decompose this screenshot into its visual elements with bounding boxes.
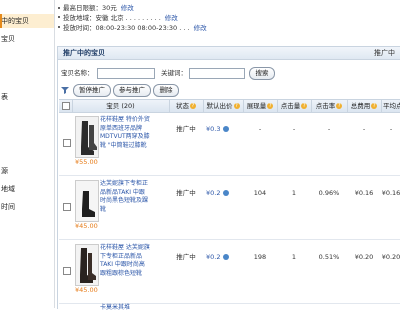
default-bid-cell[interactable]: ¥0.2 — [206, 176, 243, 239]
help-icon[interactable]: ? — [190, 103, 196, 109]
cost-cell: ¥0.20 — [354, 253, 374, 261]
ctr-cell: 0.51% — [318, 253, 340, 261]
help-icon[interactable]: ? — [336, 103, 343, 109]
edit-bid-icon[interactable] — [222, 254, 229, 260]
help-icon[interactable]: ? — [267, 103, 274, 109]
col-clicks[interactable]: 点击量? — [277, 100, 312, 112]
item-title-link[interactable]: 花样鞋屋 达芙妮旗下专柜正品新品TAKI 中跟时尚高跟粗跟棕色短靴 — [100, 244, 150, 278]
avg-click-cell: ¥0.20 — [381, 253, 400, 261]
sidebar-item-time[interactable]: 时间 — [0, 200, 54, 214]
item-thumbnail[interactable] — [75, 244, 99, 286]
info-line-region: 投放地域：安徽 北京 . . . . . . . . . 修改 — [58, 14, 207, 24]
item-price: ¥55.00 — [75, 158, 98, 166]
col-item[interactable]: 宝贝 (20) — [72, 100, 170, 112]
col-impressions[interactable]: 展现量? — [243, 100, 278, 112]
keyword-label: 关键词： — [161, 69, 187, 77]
panel-status-filter[interactable]: 推广中 — [374, 47, 395, 59]
table-row: 花样鞋屋 特价外贸原单西班牙品牌 MDTVUT两穿及膝靴 "中筒鞋过膝靴 ¥55… — [59, 112, 400, 176]
cost-cell: - — [362, 125, 366, 133]
keyword-input[interactable] — [189, 68, 245, 79]
help-icon[interactable]: ? — [233, 103, 240, 109]
select-all-checkbox[interactable] — [62, 102, 70, 110]
clicks-cell: 1 — [291, 189, 297, 197]
edit-time-link[interactable]: 修改 — [194, 24, 207, 32]
clicks-cell: 1 — [291, 253, 297, 261]
table-row: 达芙妮旗下专柜正品新品TAKI 中跟时尚黑色短靴及踝靴 ¥45.00 推广中 ¥… — [59, 176, 400, 240]
impressions-cell: 104 — [253, 189, 267, 197]
col-ctr[interactable]: 点击率? — [311, 100, 348, 112]
row-checkbox[interactable] — [63, 139, 71, 147]
item-title-link[interactable]: 达芙妮旗下专柜正品新品TAKI 中跟时尚黑色短靴及踝靴 — [100, 180, 150, 214]
search-button[interactable]: 搜索 — [249, 67, 275, 80]
panel-title: 推广中的宝贝 — [63, 49, 105, 57]
table-row: 花样鞋屋 达芙妮旗下专柜正品新品TAKI 中跟时尚高跟粗跟棕色短靴 ¥45.00… — [59, 240, 400, 304]
impressions-cell: - — [258, 125, 262, 133]
status-cell: 推广中 — [176, 189, 196, 197]
edit-budget-link[interactable]: 修改 — [121, 4, 134, 12]
ctr-cell: 0.96% — [318, 189, 340, 197]
delete-button[interactable]: 删除 — [153, 84, 179, 97]
col-status[interactable]: 状态? — [169, 100, 204, 112]
edit-bid-icon[interactable] — [222, 126, 229, 132]
sidebar-item-source[interactable]: 源 — [0, 164, 54, 178]
ctr-cell: - — [327, 125, 331, 133]
select-all-cell — [59, 100, 73, 112]
help-icon[interactable]: ? — [371, 103, 378, 109]
promoting-items-panel: 推广中的宝贝 推广中 宝贝名称： 关键词： 搜索 暂停推广 参与推广 删除 宝贝… — [57, 46, 400, 313]
status-cell: 推广中 — [176, 253, 196, 261]
item-title-link[interactable]: 花样鞋屋 特价外贸原单西班牙品牌 MDTVUT两穿及膝靴 "中筒鞋过膝靴 — [100, 116, 150, 150]
item-name-label: 宝贝名称： — [61, 69, 94, 77]
sidebar-item-report[interactable]: 表 — [0, 90, 54, 104]
col-default-bid[interactable]: 默认出价? — [203, 100, 244, 112]
sidebar-item-region[interactable]: 地域 — [0, 182, 54, 196]
cost-cell: ¥0.16 — [354, 189, 374, 197]
status-cell: 推广中 — [176, 125, 196, 133]
edit-bid-icon[interactable] — [222, 190, 229, 196]
filter-icon[interactable] — [61, 86, 69, 94]
sidebar-item-promoting[interactable]: 中的宝贝 — [0, 14, 54, 28]
item-thumbnail[interactable] — [75, 180, 99, 222]
join-promotion-button[interactable]: 参与推广 — [113, 84, 151, 97]
default-bid-cell[interactable]: ¥0.3 — [206, 112, 243, 175]
item-price: ¥45.00 — [75, 222, 98, 230]
sidebar-item-items[interactable]: 宝贝 — [0, 32, 54, 46]
avg-click-cell: - — [389, 125, 393, 133]
item-title-link[interactable]: 卡莫米其堆 — [100, 304, 150, 313]
row-checkbox[interactable] — [63, 203, 71, 211]
campaign-info: 最高日限额：30元 修改 投放地域：安徽 北京 . . . . . . . . .… — [58, 4, 207, 33]
col-avg-click[interactable]: 平均点 — [381, 100, 400, 112]
info-line-time: 投放时间：08:00-23:30 08:00-23:30 . . . 修改 — [58, 24, 207, 34]
avg-click-cell: ¥0.16 — [381, 189, 400, 197]
item-thumbnail[interactable] — [75, 116, 99, 158]
left-sidebar: 中的宝贝 宝贝 表 源 地域 时间 — [0, 0, 55, 308]
item-name-input[interactable] — [97, 68, 155, 79]
help-icon[interactable]: ? — [301, 103, 308, 109]
pause-promotion-button[interactable]: 暂停推广 — [73, 84, 111, 97]
default-bid-cell[interactable]: ¥0.2 — [206, 240, 243, 303]
info-line-budget: 最高日限额：30元 修改 — [58, 4, 207, 14]
col-cost[interactable]: 总费用? — [347, 100, 382, 112]
row-checkbox[interactable] — [63, 267, 71, 275]
item-price: ¥45.00 — [75, 286, 98, 294]
table-header: 宝贝 (20) 状态? 默认出价? 展现量? 点击量? 点击率? 总费用? 平均… — [59, 99, 400, 113]
impressions-cell: 198 — [253, 253, 267, 261]
panel-header: 推广中的宝贝 推广中 — [58, 47, 400, 60]
table-row: 卡莫米其堆 — [59, 304, 400, 313]
clicks-cell: - — [292, 125, 296, 133]
edit-region-link[interactable]: 修改 — [165, 14, 178, 22]
